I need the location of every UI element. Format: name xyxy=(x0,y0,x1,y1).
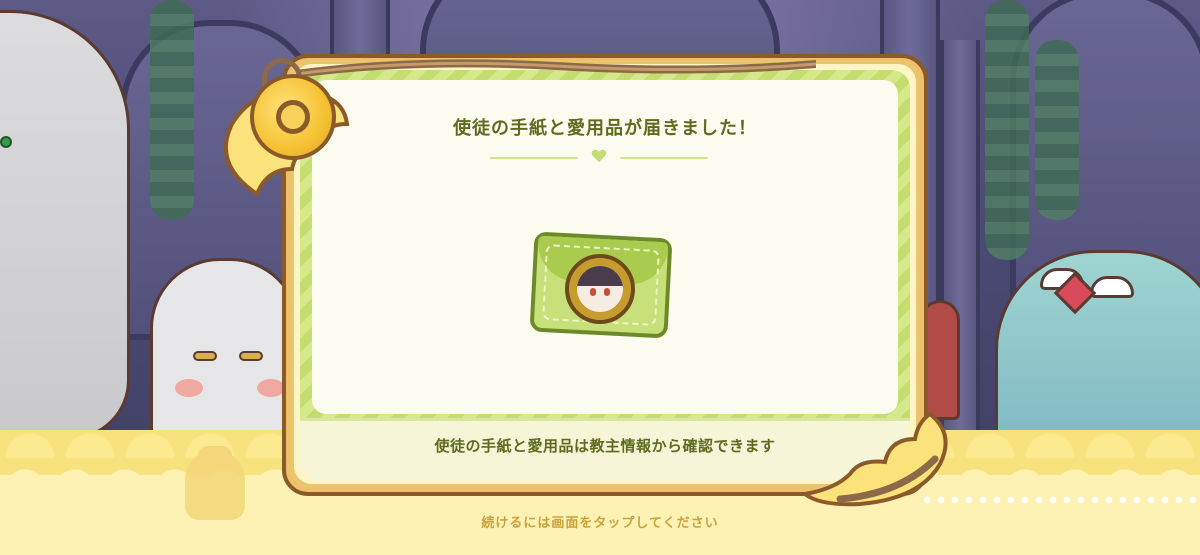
cat-blush xyxy=(257,379,285,397)
ring-hole xyxy=(276,100,310,134)
cat-eye xyxy=(193,351,217,361)
cat-eye xyxy=(239,351,263,361)
portrait-eye xyxy=(604,288,610,296)
divider-line-left xyxy=(490,157,578,159)
dialog-footer-message: 使徒の手紙と愛用品は教主情報から確認できます xyxy=(434,437,776,455)
small-wing xyxy=(1090,276,1134,298)
dialog-title: 使徒の手紙と愛用品が届きました！ xyxy=(453,118,757,139)
character-portrait-icon xyxy=(565,254,635,324)
wing-decoration-bottom xyxy=(800,411,948,507)
portrait-hair xyxy=(577,266,623,286)
dot-trim xyxy=(920,496,1200,504)
character-left-silhouette xyxy=(0,10,130,440)
side-indicator-icon xyxy=(0,136,12,148)
hanging-vine xyxy=(1035,40,1079,220)
portrait-eye xyxy=(590,288,596,296)
mascot-silhouette xyxy=(185,450,245,520)
hanging-vine xyxy=(985,0,1029,260)
cat-blush xyxy=(175,379,203,397)
divider-line-right xyxy=(620,157,708,159)
tap-to-continue-text[interactable]: 続けるには画面をタップしてください xyxy=(0,512,1200,531)
hanging-vine xyxy=(150,0,194,220)
heart-icon xyxy=(591,149,607,162)
ribbon-decoration xyxy=(296,59,816,78)
portrait-face xyxy=(577,266,623,312)
